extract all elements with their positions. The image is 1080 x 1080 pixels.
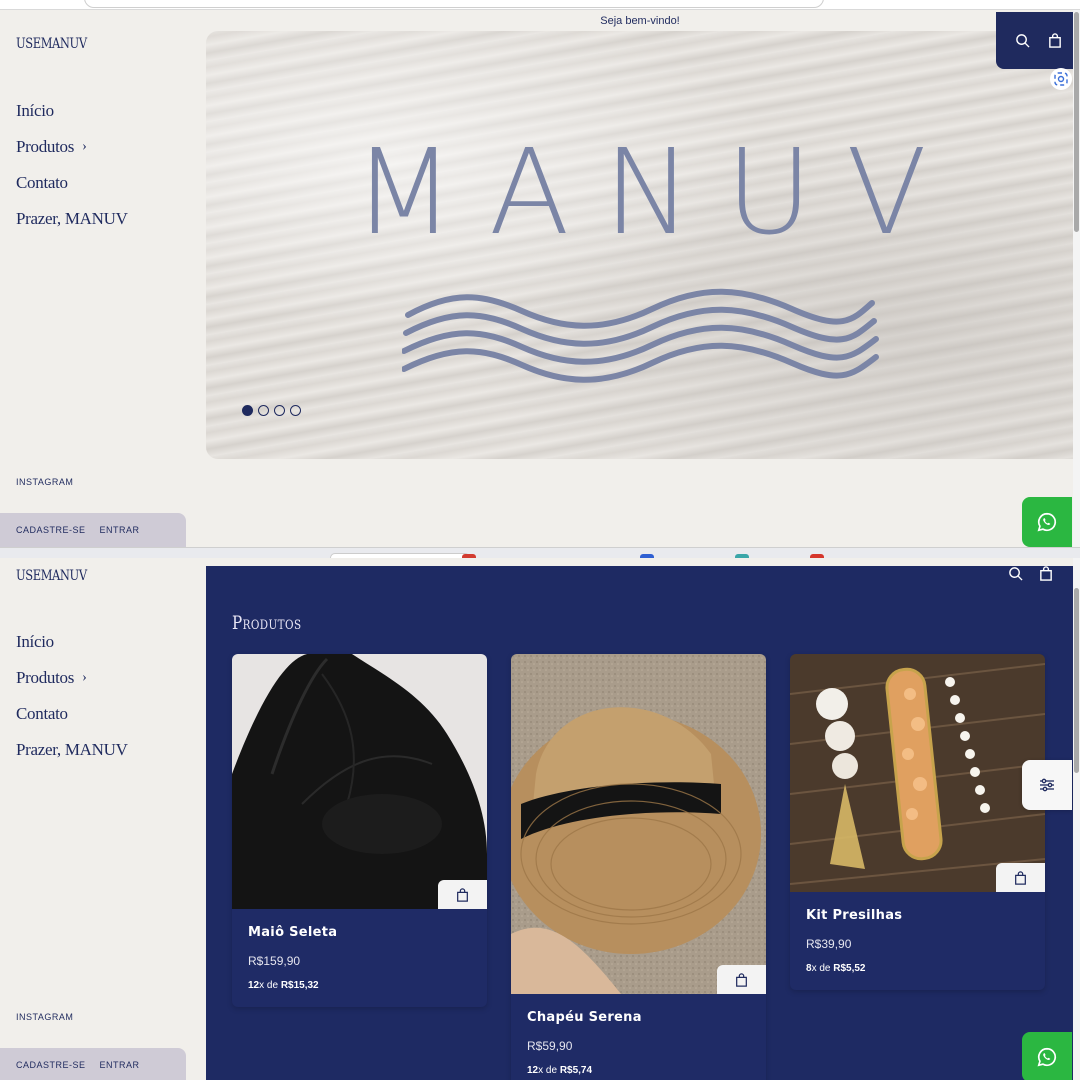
nav-item-contato[interactable]: Contato xyxy=(16,165,128,201)
store-home-frame: USEMANUV Início Produtos › Contato Prazer… xyxy=(0,10,1080,547)
section-title: Produtos xyxy=(232,612,302,634)
product-price: R$39,90 xyxy=(806,937,852,951)
product-image[interactable] xyxy=(232,654,487,909)
product-installments: 8x de R$5,52 xyxy=(806,963,866,974)
shopping-bag-icon[interactable] xyxy=(1048,33,1062,48)
search-icon[interactable] xyxy=(1008,566,1023,581)
nav-item-prazer-manuv[interactable]: Prazer, MANUV xyxy=(16,201,128,237)
product-installments: 12x de R$15,32 xyxy=(248,980,319,991)
instagram-link[interactable]: INSTAGRAM xyxy=(16,477,73,487)
nav-item-label: Contato xyxy=(16,173,68,192)
carousel-dot[interactable] xyxy=(274,405,285,416)
sidebar: USEMANUV Início Produtos › Contato Prazer… xyxy=(0,558,206,1080)
product-card-kit-presilhas[interactable]: Kit Presilhas R$39,90 8x de R$5,52 xyxy=(790,654,1045,990)
product-card-chapeu-serena[interactable]: Chapéu Serena R$59,90 12x de R$5,74 xyxy=(511,654,766,1080)
signup-link[interactable]: CADASTRE-SE xyxy=(16,525,86,535)
product-price: R$59,90 xyxy=(527,1039,573,1053)
whatsapp-icon xyxy=(1037,1047,1057,1067)
carousel-dot[interactable] xyxy=(258,405,269,416)
signup-link[interactable]: CADASTRE-SE xyxy=(16,1060,86,1070)
waves-logo-graphic xyxy=(402,288,879,383)
product-price: R$159,90 xyxy=(248,954,301,968)
sidebar: USEMANUV Início Produtos › Contato Prazer… xyxy=(0,10,206,547)
address-bar[interactable] xyxy=(84,0,824,8)
carousel-dot[interactable] xyxy=(242,405,253,416)
products-section: Produtos Maiô Seleta R$159,90 12x de R$1… xyxy=(206,566,1080,1080)
shopping-bag-icon xyxy=(457,887,468,902)
hero-title: MANUV xyxy=(353,123,961,261)
os-taskbar xyxy=(0,547,1080,558)
product-image[interactable] xyxy=(790,654,1045,892)
account-bar: CADASTRE-SE ENTRAR xyxy=(0,513,186,547)
google-lens-icon[interactable] xyxy=(1050,68,1072,90)
nav-item-contato[interactable]: Contato xyxy=(16,696,128,732)
nav-item-inicio[interactable]: Início xyxy=(16,93,128,129)
chevron-right-icon: › xyxy=(82,139,87,154)
product-image[interactable] xyxy=(511,654,766,994)
shopping-bag-icon xyxy=(1015,870,1026,885)
nav-item-label: Contato xyxy=(16,704,68,723)
nav-item-label: Produtos xyxy=(16,668,75,687)
scrollbar-thumb[interactable] xyxy=(1074,588,1079,773)
add-to-cart-button[interactable] xyxy=(438,880,487,909)
nav-item-label: Início xyxy=(16,101,54,120)
nav-item-produtos[interactable]: Produtos › xyxy=(16,660,128,696)
brand-logo[interactable]: USEMANUV xyxy=(16,568,87,584)
login-link[interactable]: ENTRAR xyxy=(100,525,140,535)
product-name[interactable]: Maiô Seleta xyxy=(232,909,487,940)
products-frame: USEMANUV Início Produtos › Contato Prazer… xyxy=(0,558,1080,1080)
scrollbar-thumb[interactable] xyxy=(1074,12,1079,232)
scrollbar[interactable] xyxy=(1073,10,1080,547)
nav-item-produtos[interactable]: Produtos › xyxy=(16,129,128,165)
filter-button[interactable] xyxy=(1022,760,1072,810)
brand-logo[interactable]: USEMANUV xyxy=(16,36,87,52)
shopping-bag-icon[interactable] xyxy=(1039,566,1053,581)
search-icon[interactable] xyxy=(1015,33,1030,48)
filter-sliders-icon xyxy=(1040,778,1054,792)
nav-item-label: Prazer, MANUV xyxy=(16,740,128,759)
product-card-maio-seleta[interactable]: Maiô Seleta R$159,90 12x de R$15,32 xyxy=(232,654,487,1007)
main-nav: Início Produtos › Contato Prazer, MANUV xyxy=(16,93,128,237)
instagram-link[interactable]: INSTAGRAM xyxy=(16,1012,73,1022)
whatsapp-icon xyxy=(1037,512,1057,532)
nav-item-label: Produtos xyxy=(16,137,75,156)
nav-item-inicio[interactable]: Início xyxy=(16,624,128,660)
add-to-cart-button[interactable] xyxy=(996,863,1045,892)
shopping-bag-icon xyxy=(736,972,747,987)
hero-carousel[interactable]: MANUV xyxy=(206,31,1074,459)
main-nav: Início Produtos › Contato Prazer, MANUV xyxy=(16,624,128,768)
nav-item-label: Início xyxy=(16,632,54,651)
scrollbar[interactable] xyxy=(1073,558,1080,1080)
header-actions xyxy=(996,12,1080,69)
carousel-dots xyxy=(242,405,301,416)
carousel-dot[interactable] xyxy=(290,405,301,416)
add-to-cart-button[interactable] xyxy=(717,965,766,994)
product-installments: 12x de R$5,74 xyxy=(527,1065,593,1076)
welcome-banner: Seja bem-vindo! xyxy=(600,15,680,27)
whatsapp-button[interactable] xyxy=(1022,497,1072,547)
header-actions xyxy=(1008,566,1053,581)
chevron-right-icon: › xyxy=(82,670,87,685)
whatsapp-button[interactable] xyxy=(1022,1032,1072,1080)
product-name[interactable]: Kit Presilhas xyxy=(790,892,1045,923)
product-name[interactable]: Chapéu Serena xyxy=(511,994,766,1025)
account-bar: CADASTRE-SE ENTRAR xyxy=(0,1048,186,1080)
nav-item-prazer-manuv[interactable]: Prazer, MANUV xyxy=(16,732,128,768)
browser-toolbar xyxy=(0,0,1080,10)
nav-item-label: Prazer, MANUV xyxy=(16,209,128,228)
login-link[interactable]: ENTRAR xyxy=(100,1060,140,1070)
